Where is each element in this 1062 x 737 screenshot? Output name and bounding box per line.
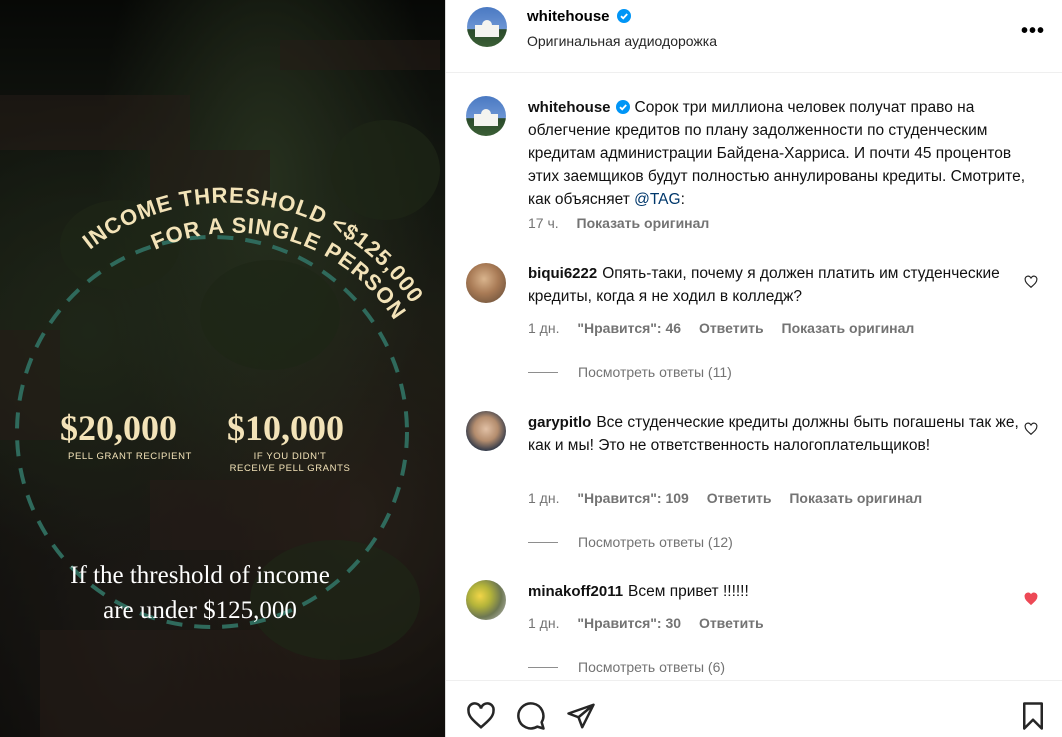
comment-likes[interactable]: "Нравится": 109 xyxy=(577,490,688,506)
comment-time: 1 дн. xyxy=(528,490,560,506)
amount-nonpell-label: IF YOU DIDN'T RECEIVE PELL GRANTS xyxy=(215,451,365,475)
comment-body: Все студенческие кредиты должны быть пог… xyxy=(528,414,1019,454)
replies-line xyxy=(528,666,558,668)
view-replies[interactable]: Посмотреть ответы (6) xyxy=(528,659,725,675)
caption-time: 17 ч. xyxy=(528,215,559,231)
view-replies-label: Посмотреть ответы (11) xyxy=(578,364,732,380)
reply-link[interactable]: Ответить xyxy=(699,320,764,336)
caption-username[interactable]: whitehouse xyxy=(528,99,611,116)
comment-text: garypitlo Все студенческие кредиты должны… xyxy=(528,411,1028,457)
reply-link[interactable]: Ответить xyxy=(707,490,772,506)
replies-line xyxy=(528,541,558,543)
view-replies[interactable]: Посмотреть ответы (12) xyxy=(528,534,733,550)
amount-nonpell: $10,000 xyxy=(227,408,344,448)
comment-username[interactable]: biqui6222 xyxy=(528,265,597,282)
caption-meta: 17 ч. Показать оригинал xyxy=(528,215,709,231)
avatar[interactable] xyxy=(466,580,506,620)
save-icon[interactable] xyxy=(1018,701,1048,731)
comment-time: 1 дн. xyxy=(528,615,560,631)
comment-meta: 1 дн. "Нравится": 109 Ответить Показать … xyxy=(528,490,922,506)
caption-text: whitehouse Сорок три миллиона человек пол… xyxy=(528,96,1028,211)
comment-meta: 1 дн. "Нравится": 30 Ответить xyxy=(528,615,764,631)
show-original-link[interactable]: Показать оригинал xyxy=(789,490,922,506)
view-replies[interactable]: Посмотреть ответы (11) xyxy=(528,364,732,380)
comment-username[interactable]: minakoff2011 xyxy=(528,583,623,600)
caption-end: : xyxy=(680,191,685,208)
comment-body: Опять-таки, почему я должен платить им с… xyxy=(528,265,1000,305)
comment-body: Всем привет !!!!!! xyxy=(628,583,749,600)
heart-icon-liked[interactable] xyxy=(1024,592,1038,606)
view-replies-label: Посмотреть ответы (6) xyxy=(578,659,726,675)
amount-pell-label: PELL GRANT RECIPIENT xyxy=(68,451,192,462)
amount-nonpell-label-line2: RECEIVE PELL GRANTS xyxy=(229,463,351,474)
show-original-link[interactable]: Показать оригинал xyxy=(577,215,710,231)
header-username[interactable]: whitehouse xyxy=(527,8,610,25)
comment-likes[interactable]: "Нравится": 30 xyxy=(577,615,681,631)
verified-icon xyxy=(616,9,631,23)
action-bar xyxy=(446,680,1062,737)
avatar[interactable] xyxy=(466,263,506,303)
comment-time: 1 дн. xyxy=(528,320,560,336)
verified-icon xyxy=(615,100,630,114)
heart-icon[interactable] xyxy=(1024,275,1038,289)
post-panel: whitehouse Оригинальная аудиодорожка •••… xyxy=(445,0,1062,737)
reply-link[interactable]: Ответить xyxy=(699,615,764,631)
arc-subtitle: FOR A SINGLE PERSON xyxy=(147,213,411,324)
show-original-link[interactable]: Показать оригинал xyxy=(782,320,915,336)
header-user: whitehouse xyxy=(527,8,631,26)
avatar[interactable] xyxy=(467,7,507,47)
amount-nonpell-label-line1: IF YOU DIDN'T xyxy=(253,451,327,462)
white-house-building xyxy=(475,25,499,37)
white-house-building xyxy=(474,114,498,126)
avatar[interactable] xyxy=(466,96,506,136)
headline-line2: are under $125,000 xyxy=(103,597,297,624)
headline: If the threshold of income are under $12… xyxy=(20,558,380,628)
audio-subtitle[interactable]: Оригинальная аудиодорожка xyxy=(527,33,717,49)
instagram-post: INCOME THRESHOLD <$125,000 FOR A SINGLE … xyxy=(0,0,1062,737)
amount-pell: $20,000 xyxy=(60,408,177,448)
headline-line1: If the threshold of income xyxy=(70,562,330,589)
share-icon[interactable] xyxy=(566,701,596,731)
comment-likes[interactable]: "Нравится": 46 xyxy=(577,320,681,336)
comment-text: biqui6222 Опять-таки, почему я должен пла… xyxy=(528,262,1028,308)
comment-icon[interactable] xyxy=(516,701,546,731)
post-header: whitehouse Оригинальная аудиодорожка ••• xyxy=(446,0,1062,73)
comment-meta: 1 дн. "Нравится": 46 Ответить Показать о… xyxy=(528,320,914,336)
more-icon[interactable]: ••• xyxy=(1021,20,1045,43)
avatar[interactable] xyxy=(466,411,506,451)
like-icon[interactable] xyxy=(466,701,496,731)
post-media[interactable]: INCOME THRESHOLD <$125,000 FOR A SINGLE … xyxy=(0,0,445,737)
heart-icon[interactable] xyxy=(1024,422,1038,436)
comment-username[interactable]: garypitlo xyxy=(528,414,591,431)
replies-line xyxy=(528,371,558,373)
comment-text: minakoff2011 Всем привет !!!!!! xyxy=(528,580,1028,603)
view-replies-label: Посмотреть ответы (12) xyxy=(578,534,733,550)
caption-tag[interactable]: @TAG xyxy=(634,191,680,208)
